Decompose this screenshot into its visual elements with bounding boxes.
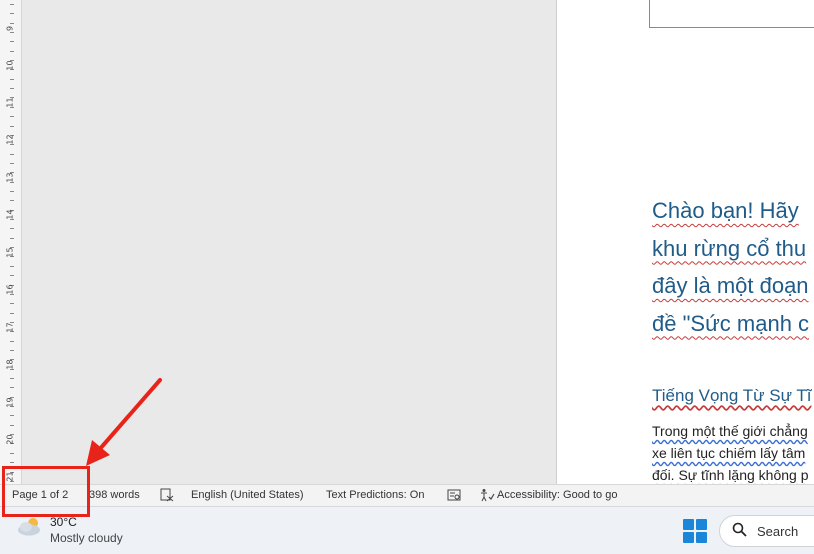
status-bar: Page 1 of 2 398 words English (United St… — [0, 484, 814, 506]
ruler-number: 14 — [5, 209, 15, 220]
ruler-tick — [10, 116, 14, 117]
weather-cloud-icon[interactable] — [16, 515, 44, 537]
windows-start-icon[interactable] — [683, 519, 707, 543]
word-count[interactable]: 398 words — [89, 489, 140, 501]
ruler-number: 9 — [5, 25, 15, 32]
ruler-tick — [10, 425, 14, 426]
ruler-number: 16 — [5, 284, 15, 295]
body-line: xe liên tục chiếm lấy tâm — [652, 445, 806, 461]
ruler-tick — [10, 462, 14, 463]
heading-line: đây là một đoạn — [652, 273, 809, 298]
ruler-tick — [10, 200, 14, 201]
ruler-number: 10 — [5, 60, 15, 71]
ruler-tick — [10, 350, 14, 351]
heading-line: khu rừng cổ thu — [652, 235, 807, 261]
ruler-tick — [10, 415, 14, 416]
ruler-tick — [10, 387, 14, 388]
search-label: Search — [757, 524, 799, 539]
ruler-tick — [10, 79, 14, 80]
ruler-tick — [10, 266, 14, 267]
ruler-number: 15 — [5, 247, 15, 258]
ruler-number: 18 — [5, 359, 15, 370]
document-canvas — [23, 0, 556, 484]
ruler-tick — [10, 154, 14, 155]
ruler-number: 13 — [5, 172, 15, 183]
text-predictions-status[interactable]: Text Predictions: On — [326, 489, 424, 501]
ruler-tick — [10, 88, 14, 89]
search-icon — [732, 522, 747, 541]
document-heading[interactable]: Chào bạn! Hãy khu rừng cổ thu đây là một… — [652, 192, 814, 342]
vertical-ruler: 9 10 11 12 13 14 15 16 17 18 19 20 21 — [0, 0, 22, 484]
ruler-tick — [10, 41, 14, 42]
document-page[interactable]: Chào bạn! Hãy khu rừng cổ thu đây là một… — [556, 0, 814, 484]
ruler-tick — [10, 238, 14, 239]
ruler-number: 20 — [5, 434, 15, 445]
ruler-tick — [10, 303, 14, 304]
ruler-tick — [10, 453, 14, 454]
ruler-tick — [10, 228, 14, 229]
weather-temperature[interactable]: 30°C — [50, 515, 77, 529]
language-indicator[interactable]: English (United States) — [191, 489, 304, 501]
ruler-tick — [10, 13, 14, 14]
weather-condition[interactable]: Mostly cloudy — [50, 531, 123, 545]
ruler-number: 17 — [5, 322, 15, 333]
ruler-number: 11 — [5, 97, 15, 108]
ruler-tick — [10, 51, 14, 52]
annotation-highlight-box — [2, 466, 90, 517]
ruler-tick — [10, 378, 14, 379]
body-line: Trong một thế giới chẳng — [652, 423, 808, 439]
accessibility-status[interactable]: Accessibility: Good to go — [497, 489, 617, 501]
ruler-tick — [10, 126, 14, 127]
focus-mode-icon[interactable] — [447, 488, 461, 505]
ruler-tick — [10, 275, 14, 276]
ruler-tick — [10, 191, 14, 192]
document-subheading[interactable]: Tiếng Vọng Từ Sự Tĩ — [652, 386, 811, 406]
ruler-tick — [10, 341, 14, 342]
ruler-number: 12 — [5, 134, 15, 145]
heading-line: Chào bạn! Hãy — [652, 198, 799, 223]
heading-line: đề "Sức mạnh c — [652, 310, 810, 336]
proofing-icon[interactable] — [160, 488, 174, 505]
text-box[interactable] — [649, 0, 814, 28]
ruler-tick — [10, 163, 14, 164]
ruler-tick — [10, 4, 14, 5]
taskbar: 30°C Mostly cloudy Search — [0, 506, 814, 554]
ruler-number: 19 — [5, 397, 15, 408]
accessibility-icon[interactable] — [479, 488, 495, 505]
ruler-tick — [10, 313, 14, 314]
taskbar-search[interactable]: Search — [719, 515, 814, 547]
body-line: đối. Sự tĩnh lặng không p — [652, 467, 809, 483]
document-body[interactable]: Trong một thế giới chẳng xe liên tục chi… — [652, 420, 808, 484]
